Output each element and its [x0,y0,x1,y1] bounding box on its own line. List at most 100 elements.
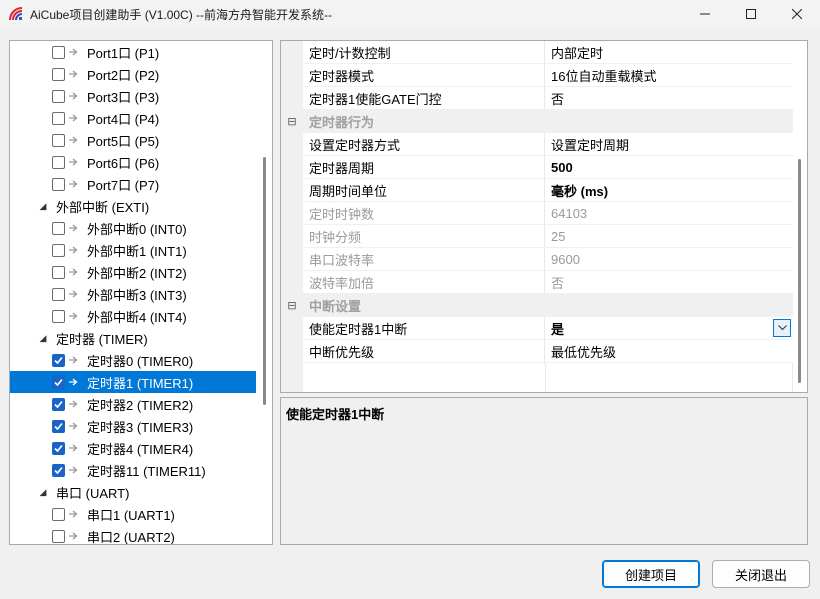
property-name: 中断优先级 [303,340,545,362]
property-row[interactable]: 设置定时器方式 设置定时周期 [303,133,793,156]
property-value[interactable]: 是 [545,317,793,339]
property-row[interactable]: 周期时间单位 毫秒 (ms) [303,179,793,202]
tree-item[interactable]: 外部中断3 (INT3) [10,283,256,305]
right-arrow-icon [69,290,81,298]
tree-item-checkbox[interactable] [52,67,65,81]
maximize-button[interactable] [728,0,774,28]
tree-scrollbar[interactable] [256,41,272,544]
close-exit-button[interactable]: 关闭退出 [712,560,810,588]
tree-item-checkbox[interactable] [52,441,65,455]
property-row[interactable]: 定时器1使能GATE门控否 [303,87,793,110]
property-row[interactable]: 定时/计数控制 内部定时 [303,41,793,64]
tree-item-label: 外部中断2 (INT2) [87,265,187,281]
right-arrow-icon [69,400,81,408]
tree-item-label: 定时器11 (TIMER11) [87,463,206,479]
property-value[interactable]: 16位自动重载模式 [545,64,793,86]
property-value[interactable]: 毫秒 (ms) [545,179,793,201]
tree-item-checkbox[interactable] [52,111,65,125]
tree-item-label: 串口2 (UART2) [87,529,175,545]
tree-item-checkbox[interactable] [52,507,65,521]
tree-item[interactable]: Port3口 (P3) [10,85,256,107]
tree-item-checkbox[interactable] [52,89,65,103]
tree-item-checkbox[interactable] [52,375,65,389]
peripheral-tree[interactable]: Port1口 (P1) Port2口 (P2) Port3口 (P3) Port4口 … [9,40,273,545]
tree-group[interactable]: ◢ 串口 (UART) [10,481,256,503]
right-arrow-icon [69,422,81,430]
tree-item-checkbox[interactable] [52,133,65,147]
tree-item-checkbox[interactable] [52,265,65,279]
tree-item-checkbox[interactable] [52,287,65,301]
property-value[interactable]: 500 [545,156,793,178]
property-row[interactable]: 定时器周期 500 [303,156,793,179]
property-row[interactable]: 定时器模式 16位自动重载模式 [303,64,793,87]
tree-item-checkbox[interactable] [52,177,65,191]
tree-item-checkbox[interactable] [52,243,65,257]
right-arrow-icon [69,268,81,276]
tree-item[interactable]: Port1口 (P1) [10,41,256,63]
tree-item[interactable]: 定时器3 (TIMER3) [10,415,256,437]
close-button[interactable] [774,0,820,28]
right-arrow-icon [69,48,81,56]
property-row: 波特率加倍否 [303,271,793,294]
expand-arrow-icon[interactable]: ◢ [38,487,48,498]
tree-item-checkbox[interactable] [52,309,65,323]
tree-item[interactable]: 定时器1 (TIMER1) [10,371,256,393]
tree-group[interactable]: ◢ 定时器 (TIMER) [10,327,256,349]
tree-item[interactable]: 外部中断0 (INT0) [10,217,256,239]
tree-item[interactable]: 定时器2 (TIMER2) [10,393,256,415]
property-value[interactable]: 内部定时 [545,41,793,63]
tree-item-checkbox[interactable] [52,529,65,543]
tree-item-checkbox[interactable] [52,353,65,367]
checkmark-icon [54,400,63,408]
property-dropdown-button[interactable] [773,319,791,337]
property-grid[interactable]: 定时/计数控制 内部定时 定时器模式 16位自动重载模式 定时器1使能GATE门控否 ⊟ 定… [280,40,808,393]
tree-item-checkbox[interactable] [52,397,65,411]
property-category-label: 定时器行为 [309,115,375,130]
property-category[interactable]: ⊟ 中断设置 [281,294,793,317]
property-value[interactable]: 否 [545,87,793,109]
tree-item[interactable]: Port4口 (P4) [10,107,256,129]
property-value: 否 [551,275,565,291]
tree-item[interactable]: Port2口 (P2) [10,63,256,85]
property-name: 时钟分频 [303,225,545,247]
tree-item[interactable]: 串口1 (UART1) [10,503,256,525]
tree-item[interactable]: Port5口 (P5) [10,129,256,151]
tree-item[interactable]: Port7口 (P7) [10,173,256,195]
tree-item[interactable]: 定时器4 (TIMER4) [10,437,256,459]
tree-item[interactable]: 外部中断4 (INT4) [10,305,256,327]
property-row[interactable]: 使能定时器1中断是 [303,317,793,340]
property-row[interactable]: 中断优先级 最低优先级 [303,340,793,363]
create-project-button[interactable]: 创建项目 [602,560,700,588]
property-category[interactable]: ⊟ 定时器行为 [281,110,793,133]
right-arrow-icon [69,224,81,232]
tree-item[interactable]: 外部中断1 (INT1) [10,239,256,261]
tree-item[interactable]: 定时器11 (TIMER11) [10,459,256,481]
property-value[interactable]: 最低优先级 [545,340,793,362]
collapse-icon[interactable]: ⊟ [281,115,303,128]
tree-item-label: Port7口 (P7) [87,177,160,193]
property-category-label: 中断设置 [309,299,362,314]
tree-item[interactable]: 外部中断2 (INT2) [10,261,256,283]
tree-item[interactable]: 串口2 (UART2) [10,525,256,545]
collapse-icon[interactable]: ⊟ [281,299,303,312]
tree-item[interactable]: 定时器0 (TIMER0) [10,349,256,371]
checkmark-icon [54,378,63,386]
expand-arrow-icon[interactable]: ◢ [38,201,48,212]
tree-item-label: Port1口 (P1) [87,45,160,61]
tree-group[interactable]: ◢ 外部中断 (EXTI) [10,195,256,217]
minimize-button[interactable] [682,0,728,28]
expand-arrow-icon[interactable]: ◢ [38,333,48,344]
property-grid-scrollbar-thumb[interactable] [798,159,801,383]
property-value[interactable]: 设置定时周期 [545,133,793,155]
tree-item-checkbox[interactable] [52,155,65,169]
tree-item-checkbox[interactable] [52,45,65,59]
maximize-icon [746,9,756,19]
property-name: 定时/计数控制 [303,41,545,63]
tree-item-checkbox[interactable] [52,463,65,477]
tree-item-label: 定时器0 (TIMER0) [87,353,194,369]
property-name: 使能定时器1中断 [303,317,545,339]
tree-item-checkbox[interactable] [52,221,65,235]
tree-scrollbar-thumb[interactable] [263,157,266,405]
tree-item-checkbox[interactable] [52,419,65,433]
tree-item[interactable]: Port6口 (P6) [10,151,256,173]
